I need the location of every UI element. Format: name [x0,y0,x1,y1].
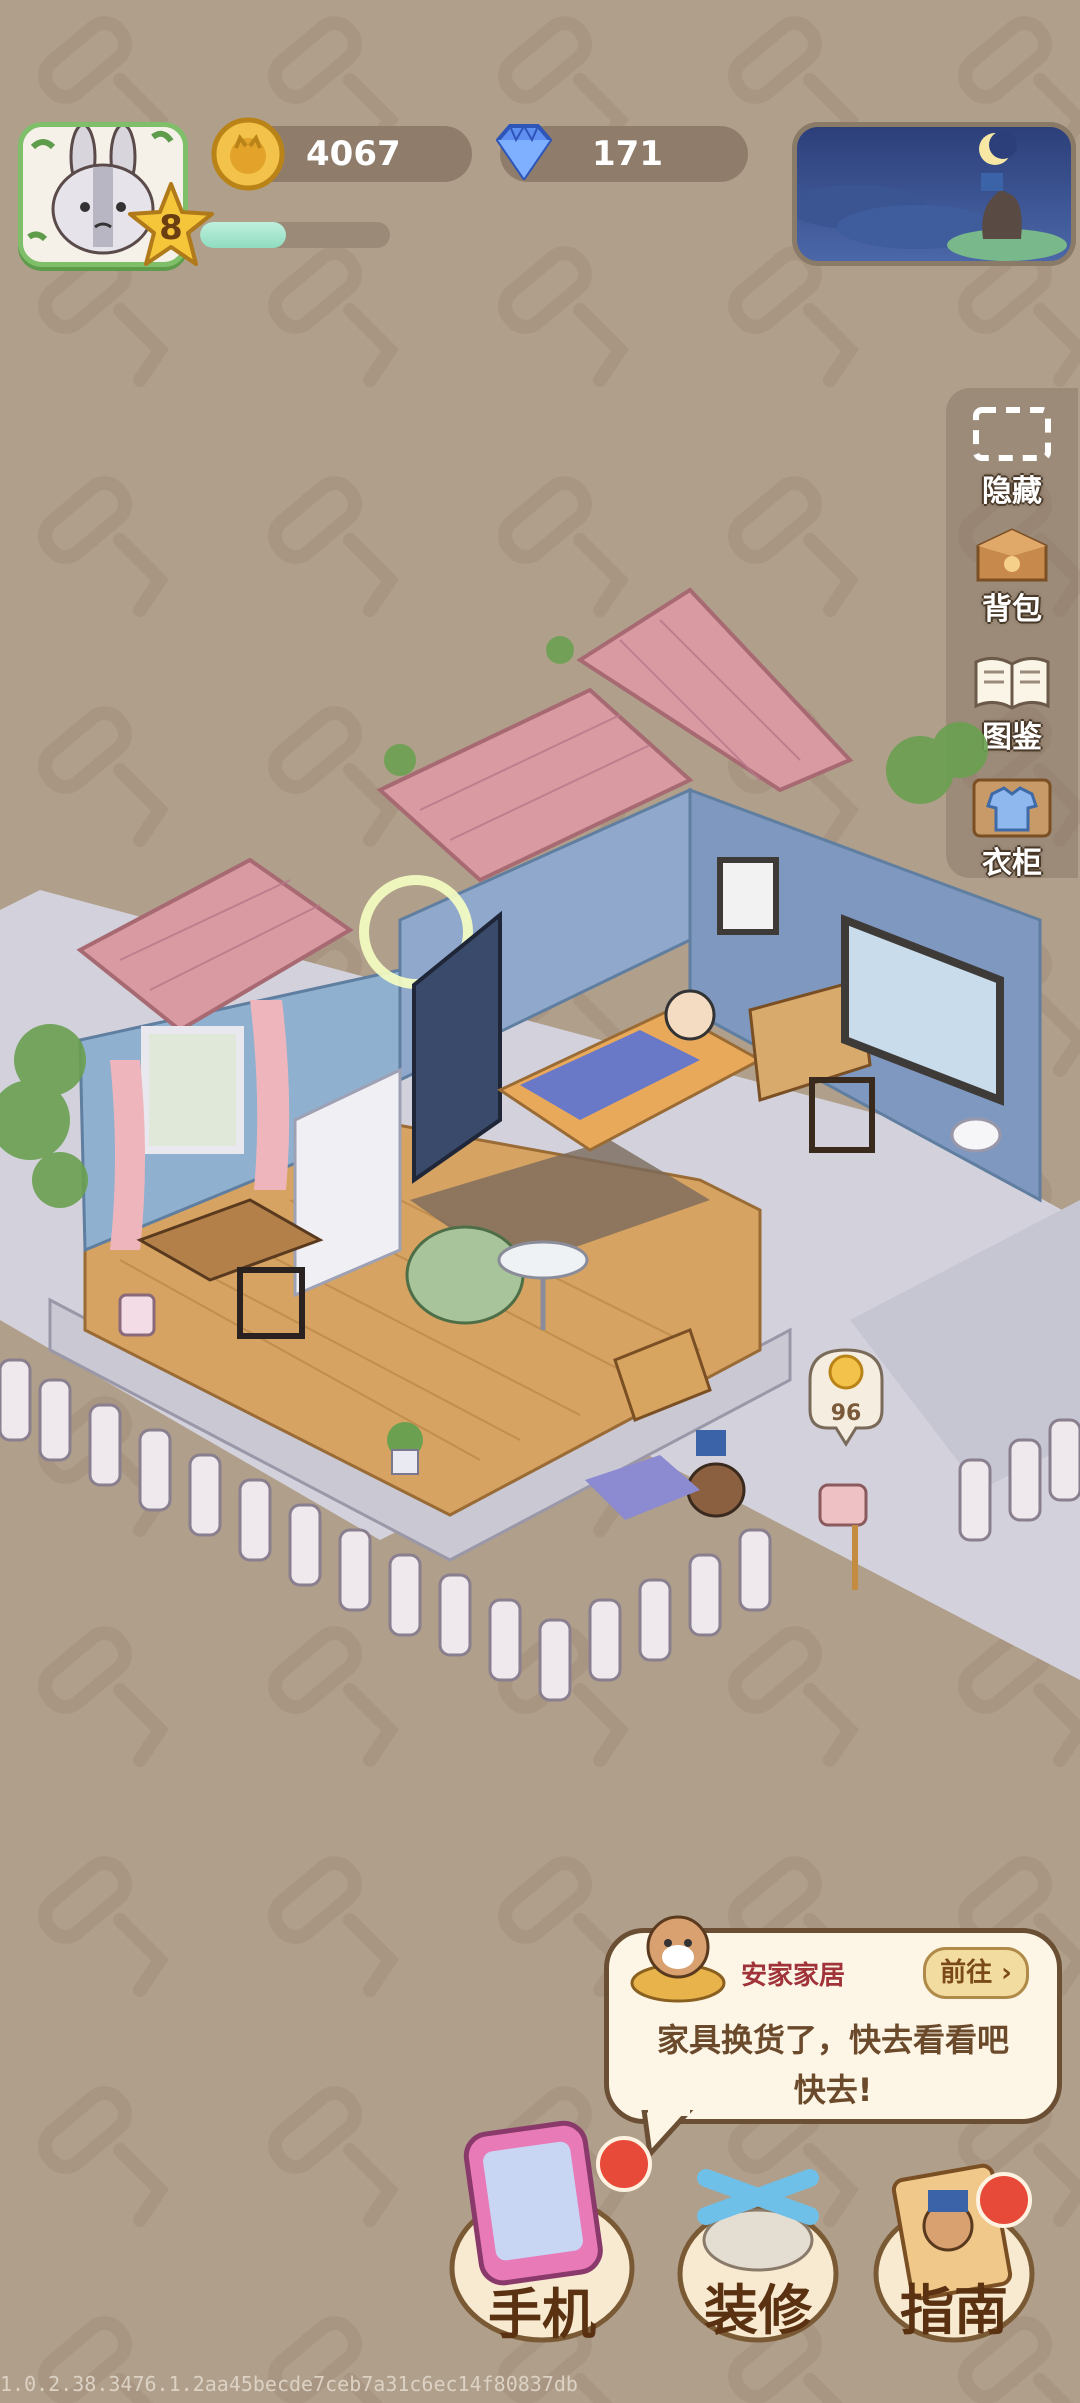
round-table[interactable] [497,1240,589,1280]
version-string: 1.0.2.38.3476.1.2aa45becde7ceb7a31c6ec14… [0,2372,578,2396]
coin-icon [828,1354,864,1390]
hide-ui-button[interactable]: 隐藏 [946,400,1078,518]
toilet[interactable] [950,1117,1002,1153]
wall-painting[interactable] [717,857,779,935]
phone-label: 手机 [488,2283,596,2346]
hide-label: 隐藏 [982,474,1042,509]
level-badge: 8 [126,180,216,270]
bean-bag[interactable] [405,1225,525,1325]
notification-line-2: 快去! [793,2071,873,2109]
time-of-day-panel[interactable] [792,122,1076,266]
phone-notification-dot [596,2136,652,2192]
mug[interactable] [118,1293,156,1337]
character-head [664,989,716,1041]
coin-icon [211,117,285,191]
decorate-label: 装修 [704,2279,812,2342]
coin-count: 4067 [306,134,401,174]
coin-bubble-value: 96 [831,1401,862,1426]
curtain-left [110,1060,145,1250]
phone-button[interactable]: 手机 [444,2118,652,2348]
gem-counter[interactable]: 171 [496,123,748,182]
diamond-icon [496,123,552,180]
guide-label: 指南 [900,2279,1008,2342]
cat-bucket-hat [696,1430,726,1456]
notification-bubble[interactable]: 安家家居 前往 › 家具换货了，快去看看吧 快去! [604,1915,1062,2124]
guide-button[interactable]: 指南 [872,2160,1036,2350]
hide-frame-icon [973,407,1051,461]
xp-progress-bar [200,222,390,248]
left-window [141,1026,244,1154]
coin-counter[interactable]: 4067 [211,117,472,191]
chevron-right-icon: › [992,1958,1012,1988]
goto-label: 前往 [940,1958,993,1988]
player-level: 8 [159,208,183,248]
notification-title: 安家家居 [741,1961,846,1991]
goto-button[interactable]: 前往 › [923,1947,1029,1999]
dog-mascot-icon [630,1915,726,2003]
gem-count: 171 [592,134,663,174]
guide-notification-dot [976,2172,1032,2228]
notification-line-1: 家具换货了，快去看看吧 [656,2021,1009,2059]
night-moon-icon [797,131,1067,261]
decorate-button[interactable]: 装修 [676,2160,840,2350]
mailbox[interactable] [818,1483,868,1527]
room-scene[interactable]: 96 [0,560,1080,1860]
